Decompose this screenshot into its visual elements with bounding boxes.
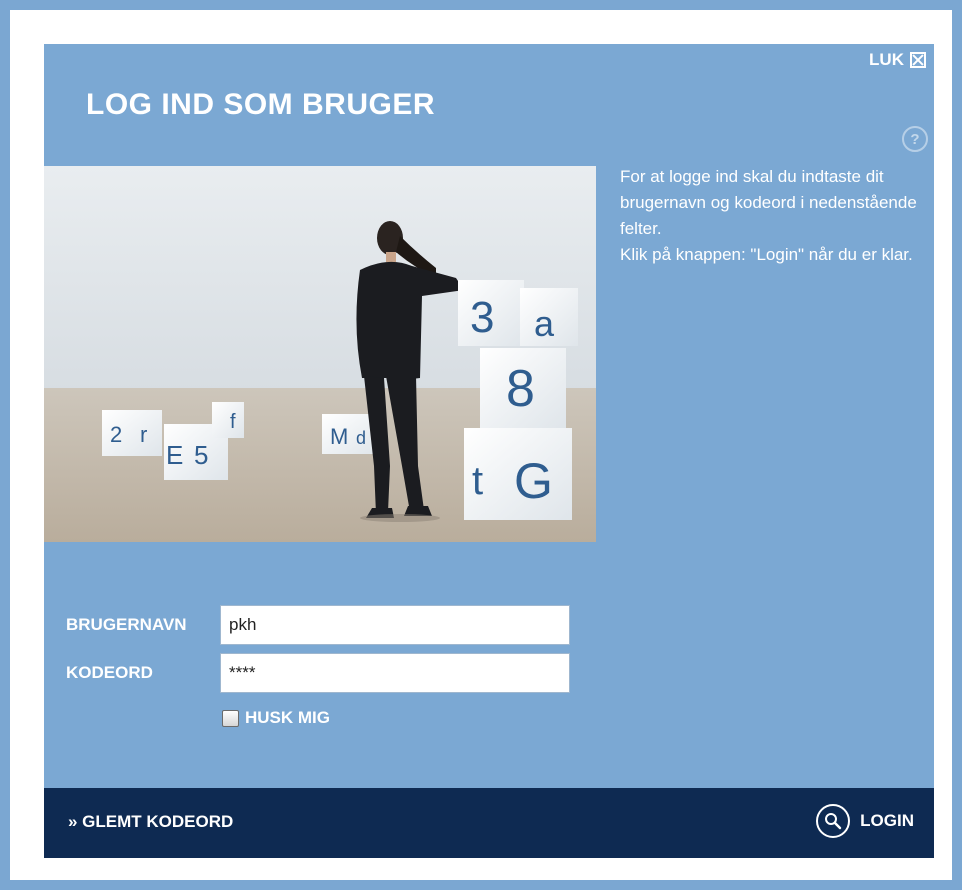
login-photo: 2 r E 5 f M d 3 a 8 t G (44, 166, 596, 542)
remember-checkbox[interactable] (222, 709, 239, 727)
magnifier-icon (816, 804, 851, 838)
cube-letter: 8 (506, 360, 535, 418)
cube-letter: a (534, 303, 555, 344)
cube-letter: 3 (470, 293, 494, 342)
cube-letter: M (330, 424, 348, 449)
login-label: LOGIN (860, 811, 914, 830)
password-row: KODEORD (66, 653, 570, 693)
cube-letter: G (514, 453, 553, 509)
remember-label: HUSK MIG (245, 708, 330, 727)
close-label: LUK (869, 50, 904, 69)
password-input[interactable] (220, 653, 570, 693)
forgot-password-link[interactable]: » GLEMT KODEORD (68, 812, 233, 832)
cube-letter: f (230, 411, 236, 433)
login-dialog: LUK LOG IND SOM BRUGER ? 2 r E 5 f M d 3… (44, 44, 934, 858)
dialog-footer: » GLEMT KODEORD LOGIN (44, 788, 934, 858)
remember-me[interactable]: HUSK MIG (222, 708, 330, 728)
cube-letter: 2 (110, 422, 122, 447)
help-icon[interactable]: ? (902, 126, 928, 152)
username-row: BRUGERNAVN (66, 605, 570, 645)
cube-letter: E (166, 440, 183, 470)
cube-letter: t (472, 459, 483, 503)
close-box-icon (910, 52, 926, 68)
login-button[interactable]: LOGIN (816, 804, 914, 838)
cube-letter: r (140, 422, 147, 447)
login-instructions: For at logge ind skal du indtaste dit br… (620, 164, 920, 268)
username-input[interactable] (220, 605, 570, 645)
close-button[interactable]: LUK (869, 50, 926, 70)
cube-letter: d (356, 428, 366, 448)
instructions-paragraph: Klik på knappen: "Login" når du er klar. (620, 245, 913, 264)
username-label: BRUGERNAVN (66, 615, 187, 634)
password-label: KODEORD (66, 663, 153, 682)
dialog-title: LOG IND SOM BRUGER (86, 88, 436, 121)
instructions-paragraph: For at logge ind skal du indtaste dit br… (620, 167, 917, 238)
cube-letter: 5 (194, 440, 208, 470)
